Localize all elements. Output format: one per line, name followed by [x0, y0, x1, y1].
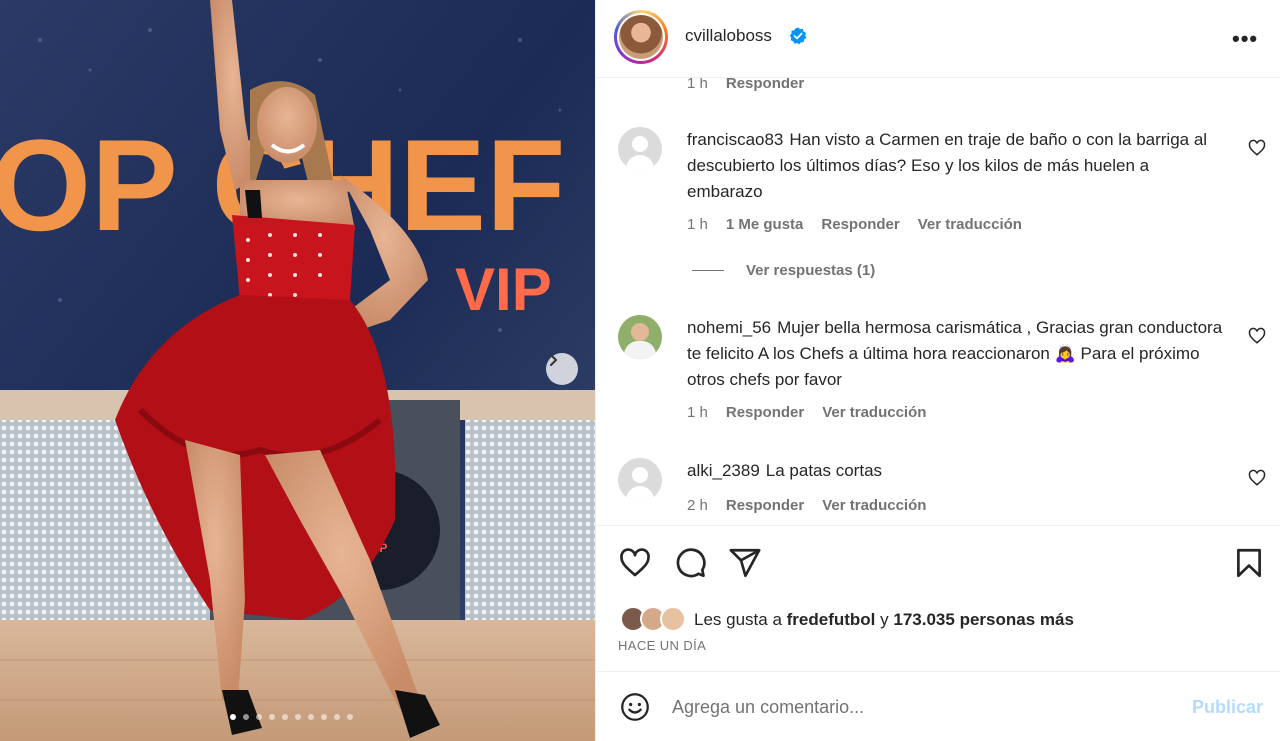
story-ring[interactable]: [614, 10, 668, 64]
likes-user[interactable]: fredefutbol: [787, 610, 876, 630]
comment-body: alki_2389 La patas cortas: [687, 458, 1227, 484]
comment-avatar[interactable]: [618, 458, 662, 502]
post-timestamp[interactable]: HACE UN DÍA: [618, 638, 706, 653]
carousel-dot: [256, 714, 262, 720]
comment-composer: Publicar: [596, 671, 1280, 741]
comment-body: nohemi_56 Mujer bella hermosa carismática…: [687, 315, 1227, 393]
translate-button[interactable]: Ver traducción: [822, 404, 926, 421]
likes-prefix: Les gusta a: [694, 610, 782, 629]
post-photo: OP CHEF VIP EF VIP: [0, 0, 595, 741]
carousel-dot: [295, 714, 301, 720]
reply-button[interactable]: Responder: [821, 216, 899, 233]
like-comment-heart-icon[interactable]: [1248, 327, 1266, 345]
view-replies-button[interactable]: Ver respuestas (1): [692, 262, 875, 279]
comment-input[interactable]: [672, 694, 1152, 720]
translate-button[interactable]: Ver traducción: [822, 497, 926, 514]
comment-time: 1 h: [687, 404, 708, 421]
carousel-dot: [243, 714, 249, 720]
share-paper-plane-icon[interactable]: [728, 546, 762, 580]
reply-button[interactable]: Responder: [726, 404, 804, 421]
carousel-dot: [334, 714, 340, 720]
like-comment-heart-icon[interactable]: [1248, 469, 1266, 487]
comment-username[interactable]: alki_2389: [687, 461, 760, 480]
comment-time: 1 h: [687, 216, 708, 233]
liker-avatars: [620, 606, 690, 634]
comment-text: La patas cortas: [765, 461, 883, 480]
chevron-right-icon: [550, 354, 558, 366]
comment-avatar[interactable]: [618, 127, 662, 171]
carousel-dot: [269, 714, 275, 720]
like-heart-icon[interactable]: [618, 546, 652, 580]
comment-time: 2 h: [687, 497, 708, 514]
reply-button[interactable]: Responder: [726, 78, 804, 92]
author-username[interactable]: cvillaloboss: [685, 26, 772, 46]
comment-meta: 2 h Responder Ver traducción: [687, 497, 926, 514]
comment-username[interactable]: nohemi_56: [687, 318, 771, 337]
carousel-indicator: [230, 714, 353, 720]
view-replies-label: Ver respuestas (1): [746, 262, 876, 279]
author-avatar[interactable]: [617, 13, 665, 61]
likes-count[interactable]: 173.035 personas más: [893, 610, 1074, 630]
comment-body: franciscao83 Han visto a Carmen en traje …: [687, 127, 1227, 205]
carousel-dot: [282, 714, 288, 720]
replies-divider: [692, 270, 724, 271]
carousel-dot: [308, 714, 314, 720]
comment-likes[interactable]: 1 Me gusta: [726, 216, 804, 233]
backdrop-sub: VIP: [455, 256, 552, 323]
likes-connector: y: [880, 610, 889, 629]
comment-meta: 1 h 1 Me gusta Responder Ver traducción: [687, 216, 1022, 233]
save-bookmark-icon[interactable]: [1232, 546, 1266, 580]
translate-button[interactable]: Ver traducción: [918, 216, 1022, 233]
reply-button[interactable]: Responder: [726, 497, 804, 514]
comment-time: 1 h: [687, 78, 708, 92]
carousel-next-button[interactable]: [546, 353, 578, 385]
post-panel: cvillaloboss ••• 1 h Responder francisca…: [595, 0, 1280, 741]
carousel-dot: [230, 714, 236, 720]
more-options-button[interactable]: •••: [1232, 26, 1258, 52]
like-comment-heart-icon[interactable]: [1248, 139, 1266, 157]
comment-meta: 1 h Responder Ver traducción: [687, 404, 926, 421]
post-media[interactable]: OP CHEF VIP EF VIP: [0, 0, 595, 741]
emoji-icon[interactable]: [620, 692, 650, 722]
verified-badge-icon: [789, 27, 807, 45]
dress-bodice: [232, 215, 355, 300]
carousel-dot: [321, 714, 327, 720]
post-actions: Les gusta a fredefutbol y 173.035 person…: [596, 525, 1280, 671]
carousel-dot: [347, 714, 353, 720]
partial-comment-meta: 1 h Responder: [687, 78, 804, 92]
publish-button[interactable]: Publicar: [1192, 697, 1263, 718]
comment-bubble-icon[interactable]: [673, 546, 707, 580]
likes-summary[interactable]: Les gusta a fredefutbol y 173.035 person…: [620, 606, 1074, 634]
comments-list[interactable]: 1 h Responder franciscao83 Han visto a Ca…: [596, 78, 1280, 525]
comment-avatar[interactable]: [618, 315, 662, 359]
comment-username[interactable]: franciscao83: [687, 130, 783, 149]
post-header: cvillaloboss •••: [596, 0, 1280, 78]
